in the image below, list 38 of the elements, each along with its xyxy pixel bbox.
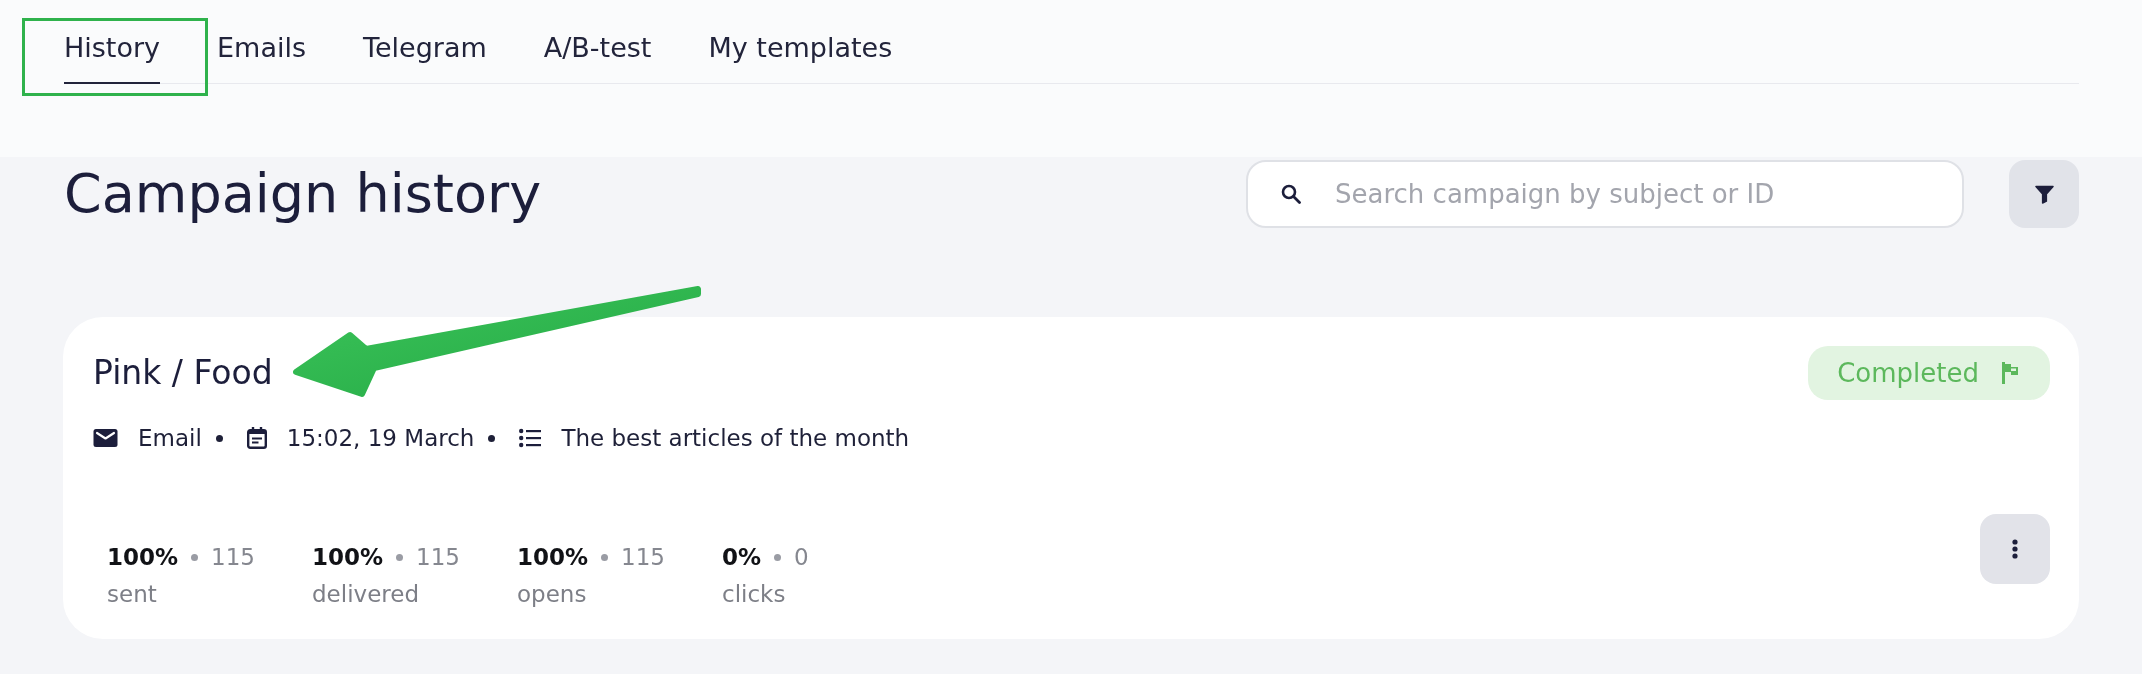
tab[interactable]: My templates: [708, 30, 893, 84]
calendar-icon: [246, 427, 267, 449]
filter-icon: [2034, 184, 2054, 204]
filter-button[interactable]: [2009, 160, 2079, 228]
bullet-icon: [774, 553, 782, 561]
stat-count: 115: [211, 543, 255, 572]
more-icon: [2012, 539, 2018, 559]
status-label: Completed: [1837, 357, 1979, 389]
campaign-title: Pink / Food: [93, 353, 273, 393]
stat-label: clicks: [722, 580, 786, 609]
bullet-icon: [191, 553, 199, 561]
stat-percent: 100%: [107, 543, 179, 572]
stat-label: opens: [517, 580, 587, 609]
search-field[interactable]: Search campaign by subject or ID: [1246, 160, 1964, 228]
list-name-label: The best articles of the month: [561, 424, 910, 453]
stat-label: sent: [107, 580, 157, 609]
stat-percent: 100%: [312, 543, 384, 572]
tab[interactable]: History: [64, 30, 161, 84]
tab[interactable]: A/B-test: [543, 30, 652, 84]
flag-icon: [2002, 362, 2018, 384]
stat-count: 115: [621, 543, 665, 572]
page-title: Campaign history: [64, 161, 543, 227]
search-icon: [1281, 184, 1301, 204]
list-icon: [519, 428, 542, 448]
stat-percent: 0%: [722, 543, 762, 572]
channel-label: Email: [138, 424, 202, 453]
stat-label: delivered: [312, 580, 419, 609]
tab[interactable]: Emails: [217, 30, 307, 84]
stat-percent: 100%: [517, 543, 589, 572]
bullet-icon: [601, 553, 609, 561]
envelope-icon: [93, 429, 118, 447]
bullet-icon: [215, 434, 223, 442]
bullet-icon: [488, 434, 496, 442]
date-label: 15:02, 19 March: [286, 424, 475, 453]
stat-count: 115: [416, 543, 460, 572]
bullet-icon: [396, 553, 404, 561]
stat-count: 0: [794, 543, 809, 572]
tab[interactable]: Telegram: [363, 30, 487, 84]
